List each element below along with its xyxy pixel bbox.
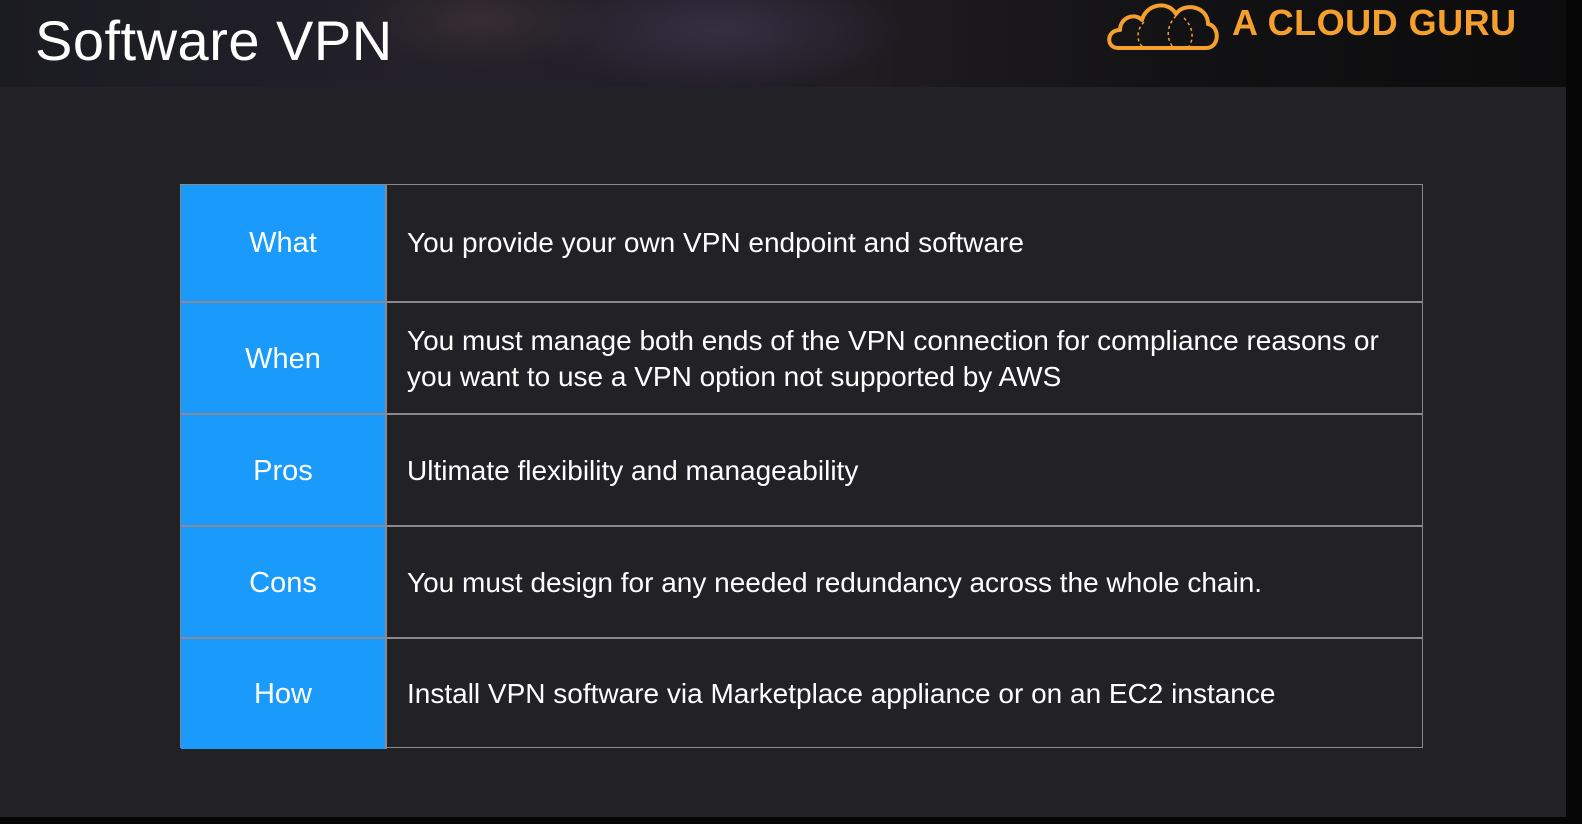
- row-description: You must manage both ends of the VPN con…: [407, 325, 1379, 392]
- frame-edge: [1566, 0, 1582, 824]
- slide-title: Software VPN: [35, 9, 393, 72]
- row-label: Cons: [181, 527, 387, 639]
- vpn-summary-table: What You provide your own VPN endpoint a…: [180, 184, 1423, 749]
- table-row: When You must manage both ends of the VP…: [181, 301, 1422, 415]
- table-row: Pros Ultimate flexibility and manageabil…: [181, 413, 1422, 527]
- row-description: You must design for any needed redundanc…: [407, 567, 1263, 598]
- row-label: How: [181, 639, 387, 749]
- row-label: Pros: [181, 415, 387, 527]
- row-description: Ultimate flexibility and manageability: [407, 455, 859, 486]
- table-row: Cons You must design for any needed redu…: [181, 525, 1422, 639]
- row-description: You provide your own VPN endpoint and so…: [407, 227, 1024, 258]
- brand-name: A CLOUD GURU: [1232, 2, 1517, 43]
- slide-header: Software VPN A CLOUD GURU: [0, 0, 1566, 87]
- slide: Software VPN A CLOUD GURU What You provi…: [0, 0, 1566, 817]
- table-row: How Install VPN software via Marketplace…: [181, 637, 1422, 749]
- row-description: Install VPN software via Marketplace app…: [407, 678, 1276, 709]
- row-label: When: [181, 303, 387, 415]
- table-row: What You provide your own VPN endpoint a…: [181, 185, 1422, 301]
- brand-logo: A CLOUD GURU: [1104, 0, 1524, 60]
- row-label: What: [181, 185, 387, 301]
- cloud-logo-icon: [1107, 3, 1219, 50]
- frame-edge: [0, 817, 1582, 824]
